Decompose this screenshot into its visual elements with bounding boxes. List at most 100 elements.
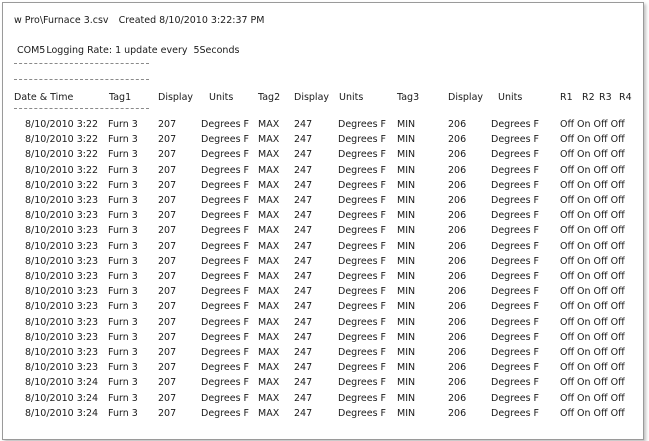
cell-relays: Off On Off Off xyxy=(560,179,625,191)
cell-tag2: MAX xyxy=(258,377,280,389)
cell-relays: Off On Off Off xyxy=(560,377,625,389)
cell-display3: 206 xyxy=(448,195,467,206)
cell-display3: 206 xyxy=(448,271,467,282)
cell-relays: Off On Off Off xyxy=(560,301,625,313)
cell-units2: Degrees F xyxy=(338,149,387,161)
cell-units2: Degrees F xyxy=(338,179,387,191)
cell-display2: 247 xyxy=(294,179,313,191)
cell-display2: 247 xyxy=(294,362,313,374)
cell-date-time: 8/10/2010 3:23 xyxy=(25,210,99,222)
cell-units1: Degrees F xyxy=(201,195,250,206)
cell-date-time: 8/10/2010 3:24 xyxy=(25,377,99,389)
cell-display3: 206 xyxy=(448,255,467,267)
cell-units1: Degrees F xyxy=(201,149,250,161)
cell-date-time: 8/10/2010 3:23 xyxy=(25,301,99,313)
cell-relays: Off On Off Off xyxy=(560,134,625,146)
cell-tag2: MAX xyxy=(258,240,280,252)
cell-display1: 207 xyxy=(158,134,177,146)
cell-units2: Degrees F xyxy=(338,316,387,328)
table-row: 8/10/2010 3:22 Furn 3 207 Degrees F MAX 247 De… xyxy=(3,180,643,195)
cell-display1: 207 xyxy=(158,149,177,161)
cell-units3: Degrees F xyxy=(491,255,540,267)
cell-display2: 247 xyxy=(294,271,313,282)
cell-display3: 206 xyxy=(448,347,467,358)
cell-display3: 206 xyxy=(448,210,467,222)
cell-tag1: Furn 3 xyxy=(108,271,138,282)
cell-display1: 207 xyxy=(158,225,177,237)
cell-relays: Off On Off Off xyxy=(560,316,625,328)
cell-date-time: 8/10/2010 3:22 xyxy=(25,134,99,146)
cell-tag1: Furn 3 xyxy=(108,286,138,298)
cell-display3: 206 xyxy=(448,392,467,404)
cell-date-time: 8/10/2010 3:22 xyxy=(25,164,99,176)
cell-units3: Degrees F xyxy=(491,225,540,237)
cell-tag3: MIN xyxy=(397,149,416,161)
cell-display3: 206 xyxy=(448,225,467,237)
logging-interval: 5Seconds xyxy=(193,45,240,56)
cell-display1: 207 xyxy=(158,316,177,328)
cell-tag2: MAX xyxy=(258,331,280,343)
cell-tag3: MIN xyxy=(397,362,416,374)
cell-units3: Degrees F xyxy=(491,164,540,176)
cell-tag2: MAX xyxy=(258,210,280,222)
cell-units1: Degrees F xyxy=(201,255,250,267)
cell-tag1: Furn 3 xyxy=(108,407,138,419)
cell-tag3: MIN xyxy=(397,392,416,404)
cell-units3: Degrees F xyxy=(491,377,540,389)
cell-display2: 247 xyxy=(294,210,313,222)
cell-display2: 247 xyxy=(294,331,313,343)
cell-tag3: MIN xyxy=(397,407,416,419)
cell-units1: Degrees F xyxy=(201,316,250,328)
logging-info-line: COM5Logging Rate: 1 update every 5Seconds xyxy=(17,45,239,56)
cell-display3: 206 xyxy=(448,164,467,176)
cell-tag3: MIN xyxy=(397,286,416,298)
cell-display2: 247 xyxy=(294,377,313,389)
cell-display3: 206 xyxy=(448,407,467,419)
cell-units2: Degrees F xyxy=(338,347,387,358)
cell-units1: Degrees F xyxy=(201,407,250,419)
table-row: 8/10/2010 3:24 Furn 3 207 Degrees F MAX 247 De… xyxy=(3,377,643,392)
cell-display1: 207 xyxy=(158,240,177,252)
cell-date-time: 8/10/2010 3:23 xyxy=(25,255,99,267)
cell-units2: Degrees F xyxy=(338,392,387,404)
cell-date-time: 8/10/2010 3:23 xyxy=(25,195,99,206)
cell-units3: Degrees F xyxy=(491,316,540,328)
cell-relays: Off On Off Off xyxy=(560,347,625,358)
cell-display1: 207 xyxy=(158,271,177,282)
cell-units3: Degrees F xyxy=(491,286,540,298)
cell-units2: Degrees F xyxy=(338,271,387,282)
cell-display2: 247 xyxy=(294,119,313,130)
cell-display2: 247 xyxy=(294,134,313,146)
cell-display1: 207 xyxy=(158,286,177,298)
cell-tag1: Furn 3 xyxy=(108,392,138,404)
cell-tag2: MAX xyxy=(258,407,280,419)
cell-units1: Degrees F xyxy=(201,210,250,222)
cell-units3: Degrees F xyxy=(491,119,540,130)
cell-tag2: MAX xyxy=(258,225,280,237)
cell-tag3: MIN xyxy=(397,210,416,222)
cell-display1: 207 xyxy=(158,301,177,313)
cell-tag3: MIN xyxy=(397,331,416,343)
cell-tag2: MAX xyxy=(258,271,280,282)
cell-tag2: MAX xyxy=(258,347,280,358)
cell-display1: 207 xyxy=(158,347,177,358)
header-date-time: Date & Time xyxy=(14,92,74,103)
cell-units2: Degrees F xyxy=(338,362,387,374)
cell-display2: 247 xyxy=(294,240,313,252)
cell-tag3: MIN xyxy=(397,377,416,389)
cell-units1: Degrees F xyxy=(201,134,250,146)
cell-units2: Degrees F xyxy=(338,225,387,237)
cell-tag3: MIN xyxy=(397,179,416,191)
com-port: COM5 xyxy=(17,45,46,56)
cell-date-time: 8/10/2010 3:22 xyxy=(25,149,99,161)
cell-tag1: Furn 3 xyxy=(108,377,138,389)
cell-tag3: MIN xyxy=(397,195,416,206)
cell-display2: 247 xyxy=(294,149,313,161)
cell-tag3: MIN xyxy=(397,347,416,358)
cell-display1: 207 xyxy=(158,164,177,176)
cell-display1: 207 xyxy=(158,210,177,222)
cell-display3: 206 xyxy=(448,362,467,374)
document-page: w Pro\Furnace 3.csv Created 8/10/2010 3:2… xyxy=(2,2,644,440)
table-row: 8/10/2010 3:23 Furn 3 207 Degrees F MAX 247 De… xyxy=(3,210,643,225)
cell-tag1: Furn 3 xyxy=(108,195,138,206)
